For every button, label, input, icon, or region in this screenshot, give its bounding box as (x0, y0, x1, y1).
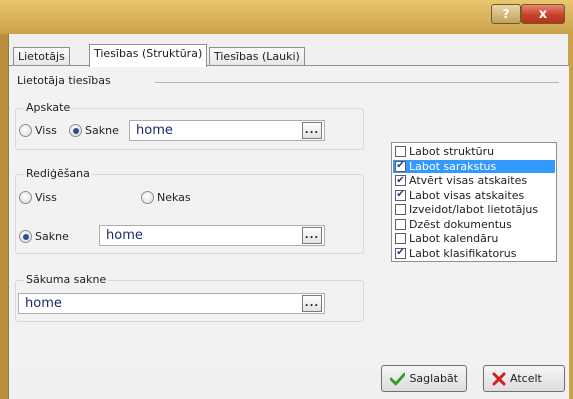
permission-item[interactable]: ✔ Labot sarakstus (393, 159, 555, 173)
sakuma-sakne-group: Sākuma sakne home ... (15, 273, 364, 322)
permission-item[interactable]: Labot kalendāru (393, 232, 555, 245)
checkbox-checked[interactable]: ✔ (395, 247, 406, 259)
group-caption: Lietotāja tiesības (17, 74, 111, 87)
permission-item[interactable]: ✔ Atvērt visas atskaites (393, 174, 555, 187)
radio-indicator (19, 191, 32, 204)
apskate-path-value: home (136, 123, 173, 138)
tab-panel: Lietotāja tiesības Apskate Viss Sakne ho… (9, 65, 569, 369)
checkbox-unchecked[interactable] (395, 218, 406, 230)
close-button[interactable]: x (521, 4, 565, 24)
dialog-client: Lietotājs Tiesības (Struktūra) Tiesības … (8, 34, 569, 399)
permission-item-label: Atvērt visas atskaites (409, 174, 528, 187)
permission-item-label: Labot struktūru (409, 145, 495, 158)
redigesana-path-value: home (106, 228, 143, 243)
redigesana-radio-none[interactable]: Nekas (141, 191, 191, 204)
window: ? x Lietotājs Tiesības (Struktūra) Tiesī… (0, 0, 573, 399)
permission-item[interactable]: Izveidot/labot lietotājus (393, 203, 555, 216)
permission-item-label: Labot kalendāru (409, 232, 499, 245)
tab-tiesibas-struktura[interactable]: Tiesības (Struktūra) (89, 44, 208, 67)
checkmark-icon (390, 372, 406, 385)
redigesana-browse-button[interactable]: ... (302, 227, 322, 244)
checkbox-checked[interactable]: ✔ (395, 160, 406, 172)
save-button[interactable]: Saglabāt (381, 365, 467, 392)
checkbox-unchecked[interactable] (395, 233, 406, 244)
permission-item-label: Labot visas atskaites (409, 188, 525, 202)
cross-icon (492, 372, 506, 385)
group-divider (155, 82, 559, 83)
checkbox-unchecked[interactable] (395, 146, 406, 157)
permission-item-label: Dzēst dokumentus (409, 217, 512, 231)
permission-item[interactable]: Labot struktūru (393, 145, 555, 158)
apskate-group: Apskate Viss Sakne home ... (15, 101, 364, 150)
permission-item-label: Labot klasifikatorus (409, 246, 517, 260)
redigesana-radio-all-label: Viss (35, 191, 57, 204)
checkbox-checked[interactable]: ✔ (395, 189, 406, 201)
apskate-radio-root[interactable]: Sakne (69, 124, 119, 137)
checkbox-checked[interactable]: ✔ (395, 175, 406, 186)
permission-item-label: Labot sarakstus (409, 159, 497, 173)
cancel-button-label: Atcelt (510, 372, 542, 385)
title-bar: ? x (0, 0, 573, 34)
radio-indicator (19, 124, 32, 137)
help-button[interactable]: ? (491, 4, 521, 24)
sakuma-sakne-path-field[interactable]: home ... (18, 293, 325, 314)
redigesana-group: Rediģēšana Viss Nekas Sakne home ... (15, 167, 364, 254)
checkbox-unchecked[interactable] (395, 204, 406, 215)
permission-item[interactable]: ✔ Labot visas atskaites (393, 189, 555, 202)
redigesana-path-field[interactable]: home ... (99, 225, 325, 246)
redigesana-radio-none-label: Nekas (157, 191, 191, 204)
tab-lietotajs[interactable]: Lietotājs (13, 47, 70, 66)
sakuma-sakne-legend: Sākuma sakne (24, 273, 109, 286)
redigesana-radio-root[interactable]: Sakne (19, 230, 69, 243)
permission-item-label: Izveidot/labot lietotājus (409, 203, 539, 216)
permissions-checklist[interactable]: Labot struktūru ✔ Labot sarakstus ✔ Atvērt v… (391, 142, 557, 262)
redigesana-radio-root-label: Sakne (35, 230, 69, 243)
apskate-radio-all[interactable]: Viss (19, 124, 57, 137)
radio-indicator (141, 191, 154, 204)
tab-tiesibas-lauki[interactable]: Tiesības (Lauki) (209, 47, 305, 66)
save-button-label: Saglabāt (409, 372, 458, 385)
apskate-radio-all-label: Viss (35, 124, 57, 137)
radio-indicator (19, 230, 32, 243)
sakuma-sakne-browse-button[interactable]: ... (302, 295, 322, 312)
permission-item[interactable]: Dzēst dokumentus (393, 218, 555, 231)
apskate-legend: Apskate (24, 101, 73, 114)
apskate-radio-root-label: Sakne (85, 124, 119, 137)
sakuma-sakne-path-value: home (25, 296, 62, 311)
apskate-browse-button[interactable]: ... (302, 122, 322, 139)
cancel-button[interactable]: Atcelt (483, 365, 565, 392)
radio-indicator (69, 124, 82, 137)
redigesana-legend: Rediģēšana (24, 167, 92, 180)
tab-strip: Lietotājs Tiesības (Struktūra) Tiesības … (9, 44, 569, 67)
redigesana-radio-all[interactable]: Viss (19, 191, 57, 204)
permission-item[interactable]: ✔ Labot klasifikatorus (393, 247, 555, 260)
apskate-path-field[interactable]: home ... (129, 120, 325, 141)
